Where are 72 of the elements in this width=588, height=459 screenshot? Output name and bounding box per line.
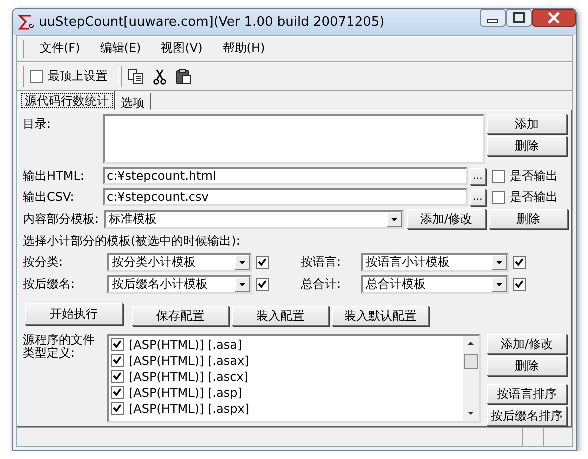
checkbox[interactable] bbox=[513, 256, 526, 270]
clipboard-icon[interactable] bbox=[176, 68, 192, 85]
list-item[interactable]: [ASP(HTML)] [.asa] bbox=[129, 338, 242, 352]
field-label: 输出CSV: bbox=[23, 188, 76, 206]
browse-button[interactable]: ... bbox=[470, 168, 486, 185]
list-item[interactable]: [ASP(HTML)] [.ascx] bbox=[129, 370, 248, 384]
path-field[interactable]: c:¥stepcount.html bbox=[103, 167, 468, 186]
template-dropdown[interactable]: 按后缀名小计模板 bbox=[107, 275, 252, 294]
template-dropdown[interactable]: 按分类小计模板 bbox=[107, 253, 252, 272]
checkmark-icon bbox=[515, 258, 524, 268]
tab[interactable]: 选项 bbox=[115, 93, 151, 110]
list-item[interactable]: [ASP(HTML)] [.aspx] bbox=[129, 402, 250, 416]
menu-item[interactable]: 编辑(E) bbox=[90, 40, 152, 58]
tab[interactable]: 源代码行数统计 bbox=[19, 91, 115, 110]
template-dropdown[interactable]: 标准模板 bbox=[104, 210, 404, 229]
field-label: 输出HTML: bbox=[23, 168, 86, 185]
scrollbar[interactable] bbox=[463, 336, 479, 422]
checkmark-icon bbox=[258, 258, 267, 268]
section-heading: 选择小计部分的模板(被选中的时候输出): bbox=[23, 233, 242, 250]
list-item[interactable]: [ASP(HTML)] [.asax] bbox=[129, 354, 250, 368]
path-field[interactable]: c:¥stepcount.csv bbox=[103, 188, 468, 206]
checkbox-label: 是否输出 bbox=[510, 188, 558, 206]
button[interactable]: 删除 bbox=[487, 356, 567, 376]
checkbox[interactable] bbox=[111, 370, 124, 384]
field-label: 按语言: bbox=[300, 254, 342, 272]
checkbox[interactable] bbox=[492, 190, 505, 204]
checkmark-icon bbox=[258, 280, 267, 290]
copy-icon[interactable] bbox=[128, 68, 144, 85]
checkbox-label: 最顶上设置 bbox=[48, 68, 108, 86]
checkbox-label: 是否输出 bbox=[510, 168, 558, 185]
field-label: 总合计: bbox=[300, 276, 342, 294]
button[interactable]: 添加/修改 bbox=[407, 209, 486, 230]
checkbox[interactable] bbox=[256, 278, 269, 292]
button[interactable]: 删除 bbox=[489, 209, 568, 230]
button[interactable]: 按后缀名排序 bbox=[487, 406, 567, 426]
field-label: 目录: bbox=[23, 116, 52, 134]
checkbox[interactable] bbox=[111, 402, 124, 416]
menu-item[interactable]: 帮助(H) bbox=[212, 40, 276, 58]
button[interactable]: 按语言排序 bbox=[487, 384, 567, 404]
template-dropdown[interactable]: 按语言小计模板 bbox=[361, 253, 509, 272]
list-item[interactable]: [ASP(HTML)] [.asp] bbox=[129, 386, 242, 400]
file-type-list[interactable]: [ASP(HTML)] [.asa] [ASP(HTML)] [.asax] [ASP(HTML)] [.ascx] [ASP(HTML)] [.asp] [ASP(HTML)] [.aspx] bbox=[107, 334, 481, 424]
scissors-icon[interactable] bbox=[152, 68, 168, 85]
field-label: 按后缀名: bbox=[23, 276, 76, 294]
field-label: 内容部分模板: bbox=[23, 210, 100, 228]
window-title: uuStepCount[uuware.com](Ver 1.00 build 20071205) bbox=[39, 14, 386, 30]
button[interactable]: 装入默认配置 bbox=[332, 306, 429, 326]
button[interactable]: 开始执行 bbox=[25, 303, 123, 326]
button[interactable]: 添加/修改 bbox=[487, 334, 567, 354]
checkbox[interactable] bbox=[111, 386, 124, 400]
checkbox[interactable] bbox=[111, 354, 124, 368]
app-icon bbox=[18, 14, 34, 30]
checkbox[interactable] bbox=[513, 278, 526, 292]
directory-list[interactable] bbox=[103, 114, 485, 164]
checkbox[interactable] bbox=[111, 338, 124, 352]
template-dropdown[interactable]: 总合计模板 bbox=[361, 275, 509, 294]
maximize-icon[interactable] bbox=[506, 9, 532, 27]
checkbox[interactable] bbox=[256, 256, 269, 270]
browse-button[interactable]: ... bbox=[470, 188, 486, 206]
checkmark-icon bbox=[515, 280, 524, 290]
field-label: 源程序的文件类型定义: bbox=[23, 334, 95, 360]
button[interactable]: 添加 bbox=[487, 114, 567, 134]
minimize-icon[interactable] bbox=[480, 9, 506, 27]
menu-item[interactable]: 文件(F) bbox=[30, 40, 90, 58]
button[interactable]: 装入配置 bbox=[232, 306, 329, 326]
checkbox[interactable] bbox=[30, 70, 43, 84]
close-icon[interactable] bbox=[532, 9, 576, 27]
menu-item[interactable]: 视图(V) bbox=[151, 40, 213, 58]
button[interactable]: 删除 bbox=[487, 136, 567, 156]
field-label: 按分类: bbox=[23, 254, 64, 272]
button[interactable]: 保存配置 bbox=[132, 306, 229, 326]
checkbox[interactable] bbox=[492, 170, 505, 183]
